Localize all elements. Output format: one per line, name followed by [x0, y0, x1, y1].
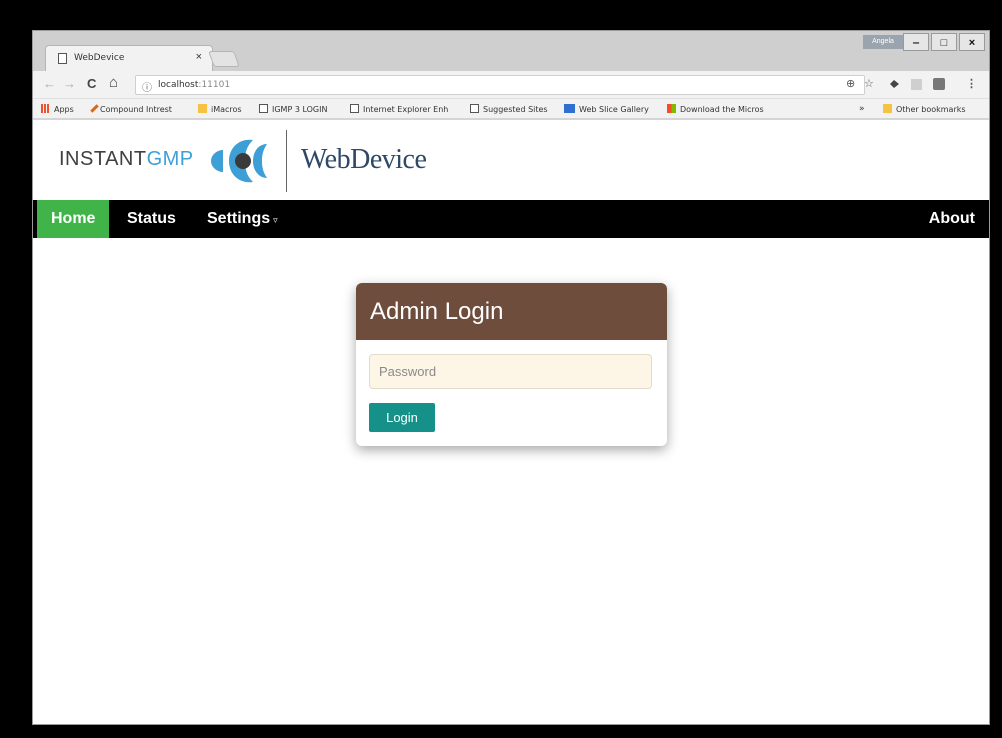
page-icon	[350, 104, 359, 113]
brand-instant: INSTANT	[59, 148, 147, 170]
browser-toolbar: ← → C ⌂ ⓘ localhost:11101 ⊕ ☆ ⋮	[33, 71, 989, 99]
reload-icon[interactable]: C	[87, 76, 96, 91]
bookmark-other[interactable]: Other bookmarks	[883, 104, 966, 114]
instantgmp-logo-icon	[211, 139, 267, 183]
chevron-down-icon: ▿	[273, 215, 278, 225]
folder-icon	[198, 104, 207, 113]
tab-close-icon[interactable]: ×	[196, 51, 202, 63]
bookmarks-bar: Apps Compound Intrest iMacros IGMP 3 LOG…	[33, 99, 989, 119]
address-bar[interactable]: ⓘ localhost:11101	[135, 75, 865, 95]
url-host: localhost	[158, 80, 199, 90]
extension-box-icon[interactable]	[933, 78, 945, 90]
bookmark-label: Apps	[54, 105, 74, 114]
bookmark-label: Internet Explorer Enh	[363, 105, 449, 114]
login-title: Admin Login	[356, 283, 667, 340]
browser-window: WebDevice × Angela ‒ □ × ← → C ⌂ ⓘ local…	[32, 30, 990, 725]
nav-home[interactable]: Home	[37, 200, 110, 238]
minimize-button[interactable]: ‒	[903, 33, 929, 51]
url-text: localhost:11101	[158, 80, 230, 90]
bookmark-label: IGMP 3 LOGIN	[272, 105, 328, 114]
bookmarks-overflow-icon[interactable]: »	[859, 104, 865, 114]
password-input[interactable]	[369, 354, 652, 389]
star-icon[interactable]: ☆	[864, 77, 874, 90]
page-icon	[470, 104, 479, 113]
bookmark-label: Download the Micros	[680, 105, 764, 114]
nav-settings-label: Settings	[207, 210, 271, 227]
bookmark-label: Suggested Sites	[483, 105, 548, 114]
bookmark-igmp3-login[interactable]: IGMP 3 LOGIN	[259, 104, 327, 114]
bookmark-label: Compound Intrest	[100, 105, 172, 114]
menu-icon[interactable]: ⋮	[966, 77, 977, 90]
page-icon	[259, 104, 268, 113]
nav-about[interactable]: About	[915, 200, 989, 238]
extension-puzzle-icon[interactable]	[889, 79, 900, 90]
app-name: WebDevice	[301, 144, 427, 175]
bookmark-ie-enh[interactable]: Internet Explorer Enh	[350, 104, 448, 114]
windows-icon	[667, 104, 676, 113]
bookmark-compound-intrest[interactable]: Compound Intrest	[90, 104, 172, 114]
maximize-button[interactable]: □	[931, 33, 957, 51]
back-arrow-icon[interactable]: ←	[43, 76, 56, 91]
bookmark-web-slice-gallery[interactable]: Web Slice Gallery	[564, 104, 649, 114]
profile-button[interactable]: Angela	[863, 35, 903, 49]
nav-settings[interactable]: Settings ▿	[193, 200, 292, 238]
folder-icon	[883, 104, 892, 113]
web-page: INSTANTGMP WebDevice Home Status Setting…	[33, 120, 989, 724]
page-icon	[58, 53, 67, 64]
url-port: :11101	[198, 80, 231, 90]
login-button[interactable]: Login	[369, 403, 435, 432]
window-controls: ‒ □ ×	[901, 33, 985, 51]
nav-status[interactable]: Status	[113, 200, 190, 238]
hammer-icon	[90, 104, 99, 113]
bookmark-label: iMacros	[211, 105, 242, 114]
bookmark-apps[interactable]: Apps	[41, 104, 74, 114]
forward-arrow-icon[interactable]: →	[63, 76, 76, 91]
bookmark-label: Other bookmarks	[896, 105, 966, 114]
main-nav: Home Status Settings ▿ About	[33, 200, 989, 238]
site-header: INSTANTGMP WebDevice	[33, 120, 989, 200]
home-icon[interactable]: ⌂	[109, 74, 118, 91]
header-divider	[286, 130, 287, 192]
webslice-icon	[564, 104, 575, 113]
instantgmp-logo-text: INSTANTGMP	[59, 148, 194, 171]
zoom-icon[interactable]: ⊕	[846, 77, 855, 90]
apps-grid-icon	[41, 104, 50, 113]
info-icon[interactable]: ⓘ	[142, 79, 152, 94]
tab-title: WebDevice	[74, 53, 125, 63]
extension-icon[interactable]	[911, 79, 922, 90]
admin-login-card: Admin Login Login	[356, 283, 667, 446]
tab-strip: WebDevice × Angela ‒ □ ×	[33, 31, 989, 71]
new-tab-button[interactable]	[208, 51, 240, 67]
browser-tab[interactable]: WebDevice ×	[45, 45, 213, 71]
bookmark-label: Web Slice Gallery	[579, 105, 649, 114]
bookmark-suggested-sites[interactable]: Suggested Sites	[470, 104, 548, 114]
bookmark-imacros[interactable]: iMacros	[198, 104, 242, 114]
brand-gmp: GMP	[146, 148, 194, 170]
close-window-button[interactable]: ×	[959, 33, 985, 51]
bookmark-download-microsoft[interactable]: Download the Micros	[667, 104, 764, 114]
